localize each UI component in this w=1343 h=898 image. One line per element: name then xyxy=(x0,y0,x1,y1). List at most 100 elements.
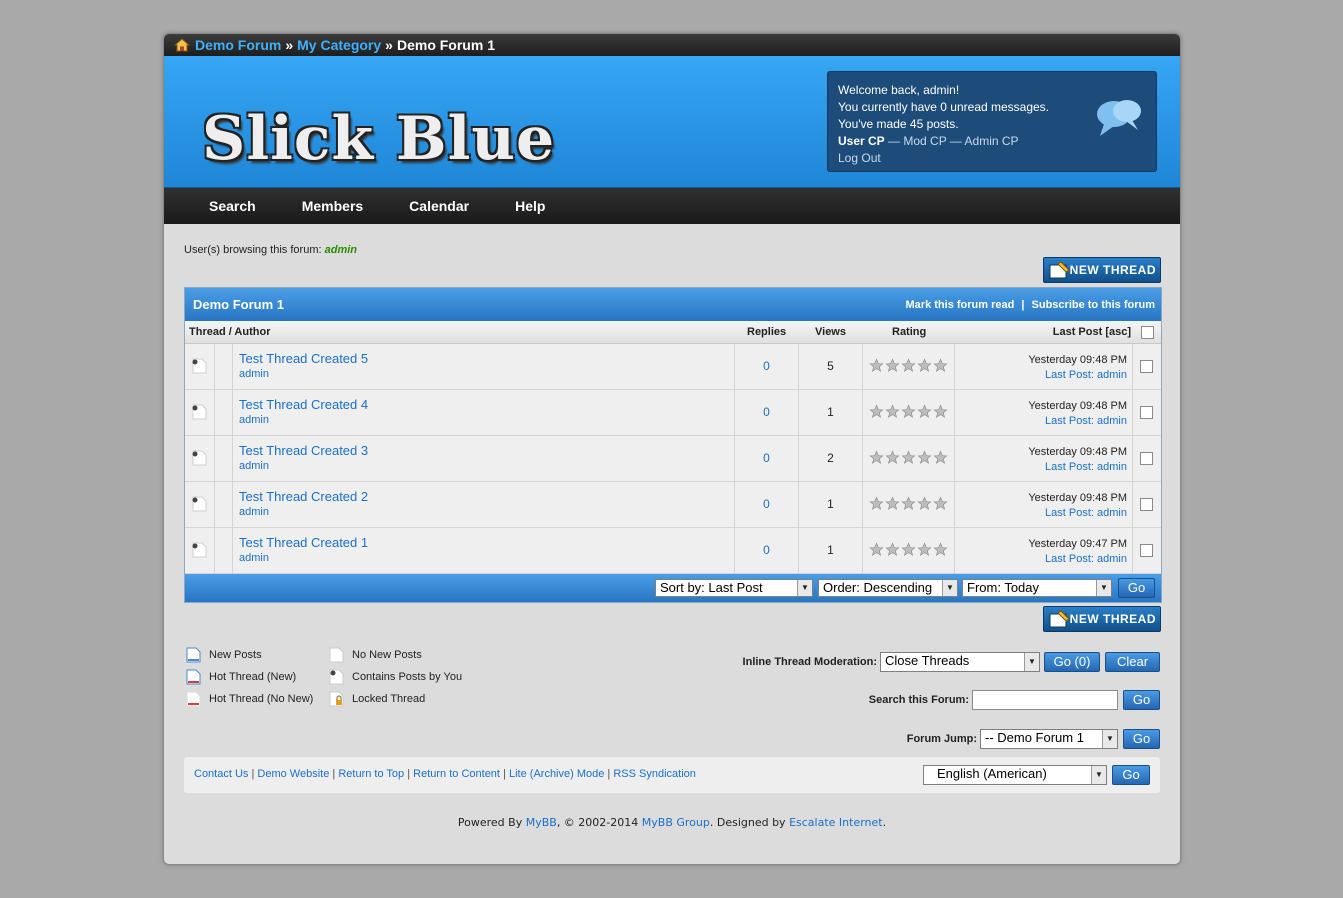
rating-star-icon[interactable] xyxy=(869,449,884,468)
rating-star-icon[interactable] xyxy=(869,403,884,422)
thread-checkbox[interactable] xyxy=(1139,406,1153,419)
thread-replies[interactable]: 0 xyxy=(735,436,799,481)
rating-star-icon[interactable] xyxy=(933,449,948,468)
rating-star-icon[interactable] xyxy=(901,403,916,422)
thread-author-link[interactable]: admin xyxy=(239,552,734,564)
breadcrumb-category-link[interactable]: My Category xyxy=(297,37,381,53)
logout-link[interactable]: Log Out xyxy=(838,150,1146,167)
moderation-go-button[interactable]: Go (0) xyxy=(1044,652,1100,672)
moderation-clear-button[interactable]: Clear xyxy=(1105,652,1160,672)
thread-checkbox[interactable] xyxy=(1139,498,1153,511)
designer-link[interactable]: Escalate Internet xyxy=(789,816,883,829)
select-all-checkbox[interactable] xyxy=(1141,325,1154,339)
thread-title-link[interactable]: Test Thread Created 3 xyxy=(239,443,734,458)
browsing-user-link[interactable]: admin xyxy=(325,244,357,256)
mark-forum-read-link[interactable]: Mark this forum read xyxy=(906,299,1015,311)
nav-members[interactable]: Members xyxy=(302,198,363,214)
thread-author-link[interactable]: admin xyxy=(239,368,734,380)
order-select[interactable]: Order: Descending ▼ xyxy=(818,579,958,597)
rating-star-icon[interactable] xyxy=(885,541,900,560)
rating-star-icon[interactable] xyxy=(917,357,932,376)
last-post-label-link[interactable]: Last Post: xyxy=(1045,415,1094,427)
thread-author-link[interactable]: admin xyxy=(239,460,734,472)
nav-help[interactable]: Help xyxy=(515,198,545,214)
thread-replies[interactable]: 0 xyxy=(735,344,799,389)
sort-by-select[interactable]: Sort by: Last Post ▼ xyxy=(655,579,813,597)
last-post-label-link[interactable]: Last Post: xyxy=(1045,553,1094,565)
rating-star-icon[interactable] xyxy=(869,495,884,514)
col-rating[interactable]: Rating xyxy=(892,326,926,338)
subscribe-forum-link[interactable]: Subscribe to this forum xyxy=(1032,299,1155,311)
mod-cp-link[interactable]: Mod CP xyxy=(903,134,946,148)
search-forum-input[interactable] xyxy=(972,690,1118,710)
return-to-content-link[interactable]: Return to Content xyxy=(413,768,500,780)
last-post-label-link[interactable]: Last Post: xyxy=(1045,507,1094,519)
lite-mode-link[interactable]: Lite (Archive) Mode xyxy=(509,768,604,780)
thread-replies[interactable]: 0 xyxy=(735,528,799,573)
thread-title-link[interactable]: Test Thread Created 5 xyxy=(239,351,734,366)
search-forum-go-button[interactable]: Go xyxy=(1123,690,1160,710)
new-thread-button[interactable]: NEW THREAD xyxy=(1043,257,1161,283)
rating-star-icon[interactable] xyxy=(917,495,932,514)
rating-star-icon[interactable] xyxy=(933,403,948,422)
thread-checkbox[interactable] xyxy=(1139,544,1153,557)
rating-star-icon[interactable] xyxy=(917,449,932,468)
last-post-user-link[interactable]: admin xyxy=(1097,553,1127,565)
user-cp-link[interactable]: User CP xyxy=(838,134,885,148)
thread-author-link[interactable]: admin xyxy=(239,414,734,426)
from-select[interactable]: From: Today ▼ xyxy=(962,579,1112,597)
contact-us-link[interactable]: Contact Us xyxy=(194,768,248,780)
last-post-user-link[interactable]: admin xyxy=(1097,461,1127,473)
rating-star-icon[interactable] xyxy=(885,449,900,468)
rating-star-icon[interactable] xyxy=(901,449,916,468)
forum-jump-select[interactable]: -- Demo Forum 1 ▼ xyxy=(980,729,1118,749)
language-go-button[interactable]: Go xyxy=(1112,765,1150,785)
thread-author-link[interactable]: admin xyxy=(239,506,734,518)
col-last-post[interactable]: Last Post [asc] xyxy=(1053,326,1131,338)
rating-star-icon[interactable] xyxy=(885,495,900,514)
thread-title-link[interactable]: Test Thread Created 1 xyxy=(239,535,734,550)
rating-star-icon[interactable] xyxy=(917,403,932,422)
nav-calendar[interactable]: Calendar xyxy=(409,198,469,214)
demo-website-link[interactable]: Demo Website xyxy=(257,768,329,780)
rating-star-icon[interactable] xyxy=(869,541,884,560)
rating-star-icon[interactable] xyxy=(917,541,932,560)
last-post-user-link[interactable]: admin xyxy=(1097,415,1127,427)
new-thread-button-bottom[interactable]: NEW THREAD xyxy=(1043,606,1161,632)
rating-star-icon[interactable] xyxy=(901,495,916,514)
nav-search[interactable]: Search xyxy=(209,198,256,214)
thread-checkbox[interactable] xyxy=(1139,452,1153,465)
last-post-user-link[interactable]: admin xyxy=(1097,369,1127,381)
last-post-label-link[interactable]: Last Post: xyxy=(1045,369,1094,381)
admin-cp-link[interactable]: Admin CP xyxy=(965,134,1019,148)
col-thread-author[interactable]: Thread / Author xyxy=(189,326,270,338)
rating-star-icon[interactable] xyxy=(933,495,948,514)
thread-replies[interactable]: 0 xyxy=(735,482,799,527)
mybb-link[interactable]: MyBB xyxy=(526,816,557,829)
rating-star-icon[interactable] xyxy=(901,541,916,560)
col-replies[interactable]: Replies xyxy=(747,326,786,338)
thread-replies[interactable]: 0 xyxy=(735,390,799,435)
return-to-top-link[interactable]: Return to Top xyxy=(338,768,404,780)
thread-title-link[interactable]: Test Thread Created 4 xyxy=(239,397,734,412)
rating-star-icon[interactable] xyxy=(933,541,948,560)
rss-syndication-link[interactable]: RSS Syndication xyxy=(613,768,696,780)
mybb-group-link[interactable]: MyBB Group xyxy=(642,816,710,829)
rating-star-icon[interactable] xyxy=(885,357,900,376)
last-post-label-link[interactable]: Last Post: xyxy=(1045,461,1094,473)
rating-star-icon[interactable] xyxy=(869,357,884,376)
col-views[interactable]: Views xyxy=(815,326,846,338)
rating-star-icon[interactable] xyxy=(901,357,916,376)
breadcrumb-home-link[interactable]: Demo Forum xyxy=(195,37,281,53)
sort-go-button[interactable]: Go xyxy=(1118,578,1155,598)
language-select[interactable]: English (American) ▼ xyxy=(923,765,1107,785)
site-logo[interactable]: Slick Blue xyxy=(202,104,555,174)
home-icon[interactable] xyxy=(173,38,191,52)
forum-jump-go-button[interactable]: Go xyxy=(1123,729,1160,749)
thread-checkbox[interactable] xyxy=(1139,360,1153,373)
rating-star-icon[interactable] xyxy=(885,403,900,422)
rating-star-icon[interactable] xyxy=(933,357,948,376)
moderation-select[interactable]: Close Threads ▼ xyxy=(880,652,1040,672)
thread-title-link[interactable]: Test Thread Created 2 xyxy=(239,489,734,504)
last-post-user-link[interactable]: admin xyxy=(1097,507,1127,519)
